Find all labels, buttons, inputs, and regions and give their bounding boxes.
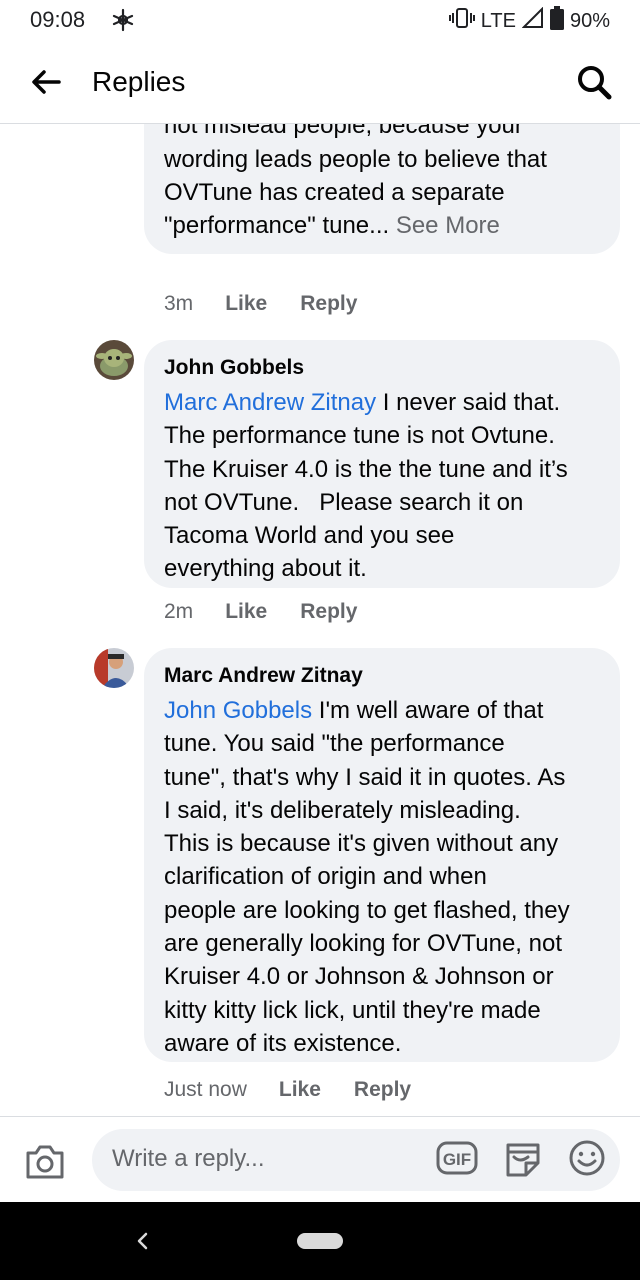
camera-icon: [24, 1145, 66, 1185]
avatar[interactable]: [94, 648, 134, 688]
comment-time: 3m: [164, 292, 194, 315]
camera-button[interactable]: [24, 1143, 66, 1183]
page-title: Replies: [92, 66, 186, 97]
arrow-left-icon: [31, 69, 61, 100]
like-button[interactable]: Like: [279, 1078, 321, 1102]
search-icon: [576, 64, 612, 105]
reply-placeholder: Write a reply...: [112, 1145, 265, 1172]
gif-label: GIF: [443, 1150, 471, 1169]
system-nav-bar: [0, 1202, 640, 1280]
vibrate-icon: [448, 7, 475, 35]
like-button[interactable]: Like: [225, 600, 267, 624]
comment-actions: 2m Like Reply: [164, 600, 357, 624]
sticker-button[interactable]: [502, 1139, 544, 1179]
comment-actions: 3m Like Reply: [164, 292, 357, 316]
reply-button[interactable]: Reply: [354, 1078, 411, 1102]
comment-time: Just now: [164, 1078, 247, 1101]
status-right: LTE 90%: [448, 6, 610, 36]
comment-bubble[interactable]: John Gobbels Marc Andrew Zitnay I never …: [144, 340, 620, 588]
see-more-link[interactable]: See More: [396, 212, 500, 239]
reply-button[interactable]: Reply: [300, 600, 357, 624]
chevron-left-icon: [130, 1232, 156, 1262]
reply-button[interactable]: Reply: [300, 292, 357, 316]
system-home-pill[interactable]: [297, 1233, 343, 1249]
battery-label: 90%: [569, 9, 610, 32]
like-button[interactable]: Like: [225, 292, 267, 316]
avatar[interactable]: [94, 340, 134, 380]
network-label: LTE: [480, 9, 516, 32]
emoji-button[interactable]: [568, 1139, 606, 1177]
comment-actions: Just now Like Reply: [164, 1078, 411, 1102]
comment-text: John Gobbels I'm well aware of that tune…: [164, 697, 570, 1057]
comment-bubble[interactable]: Marc Andrew Zitnay John Gobbels I'm well…: [144, 648, 620, 1062]
comment-text: private party creation/offer. Please do …: [164, 124, 547, 240]
replies-list: private party creation/offer. Please do …: [0, 124, 640, 1116]
gif-button[interactable]: GIF: [436, 1141, 478, 1175]
comment-time: 2m: [164, 600, 194, 623]
reply-composer: Write a reply... GIF: [0, 1116, 640, 1202]
mention-link[interactable]: John Gobbels: [164, 697, 312, 724]
comment-bubble[interactable]: private party creation/offer. Please do …: [144, 124, 620, 255]
notification-icon: [110, 6, 136, 39]
sticker-icon: [502, 1143, 544, 1183]
comment-text: Marc Andrew Zitnay I never said that. Th…: [164, 389, 568, 583]
header: Replies: [0, 44, 640, 124]
mention-link[interactable]: Marc Andrew Zitnay: [164, 389, 376, 416]
status-bar: 09:08 LTE 90%: [0, 0, 640, 44]
status-time: 09:08: [30, 7, 86, 32]
back-button[interactable]: [26, 64, 66, 104]
search-button[interactable]: [572, 62, 616, 106]
emoji-icon: [568, 1140, 606, 1181]
comment-author[interactable]: John Gobbels: [164, 354, 600, 382]
battery-icon: [549, 6, 564, 36]
system-back-button[interactable]: [130, 1224, 156, 1258]
signal-icon: [521, 6, 544, 35]
comment-author[interactable]: Marc Andrew Zitnay: [164, 662, 600, 690]
